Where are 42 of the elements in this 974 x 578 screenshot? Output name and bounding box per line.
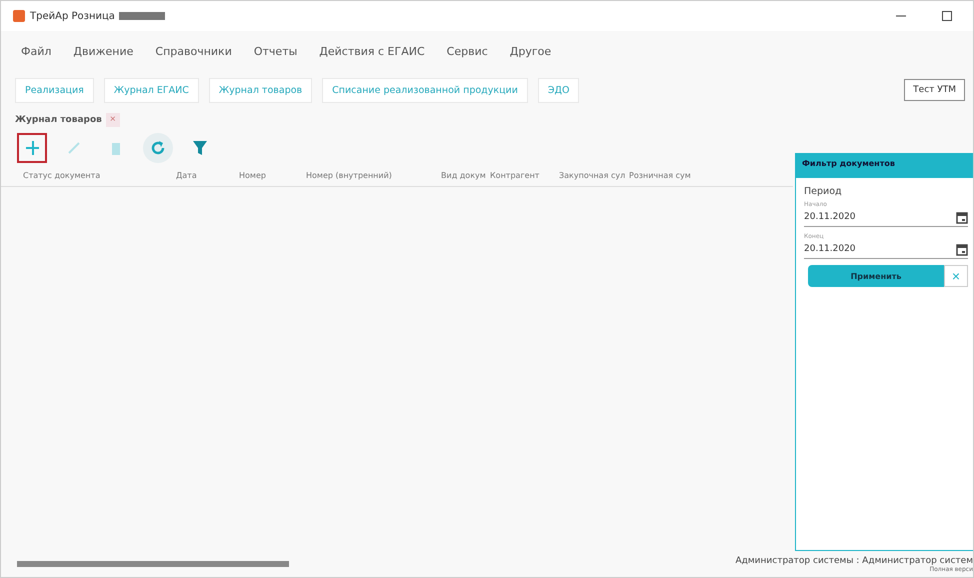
refresh-button[interactable] <box>143 133 173 163</box>
test-utm-button[interactable]: Тест УТМ <box>904 79 965 101</box>
calendar-icon[interactable] <box>956 242 968 256</box>
column-header[interactable]: Дата <box>176 171 239 180</box>
document-tab[interactable]: Журнал товаров <box>15 115 102 125</box>
scrollbar-thumb[interactable] <box>17 561 289 567</box>
column-header[interactable]: Статус документа <box>23 171 176 180</box>
plus-icon <box>25 140 39 156</box>
menu-item[interactable]: Действия с ЕГАИС <box>319 45 425 71</box>
menu-item[interactable]: Движение <box>73 45 134 71</box>
clear-button[interactable]: × <box>944 265 968 287</box>
column-header[interactable]: Закупочная сул <box>559 171 629 180</box>
period-label: Период <box>804 186 843 197</box>
column-header[interactable]: Розничная сум <box>629 171 691 180</box>
menu-item[interactable]: Файл <box>21 45 52 71</box>
maximize-icon <box>942 11 952 21</box>
redacted-block <box>118 12 165 20</box>
user-status-text: Администратор системы : Администратор систем <box>736 556 973 566</box>
menu-item[interactable]: Справочники <box>155 45 232 71</box>
apply-button[interactable]: Применить <box>808 265 944 287</box>
filter-icon <box>193 140 207 156</box>
filter-panel-title: Фильтр документов <box>796 154 973 178</box>
nav-tab[interactable]: Журнал товаров <box>208 78 312 102</box>
column-header[interactable]: Контрагент <box>490 171 559 180</box>
column-header[interactable]: Номер (внутренний) <box>306 171 441 180</box>
nav-tab[interactable]: ЭДО <box>538 78 580 102</box>
add-button[interactable] <box>17 133 47 163</box>
nav-tab[interactable]: Списание реализованной продукции <box>322 78 528 102</box>
menu-item[interactable]: Отчеты <box>254 45 298 71</box>
nav-tab[interactable]: Реализация <box>15 78 94 102</box>
column-header[interactable]: Номер <box>239 171 306 180</box>
window-title: ТрейАр Розница <box>30 10 115 22</box>
column-header[interactable]: Вид докум <box>441 171 490 180</box>
calendar-icon[interactable] <box>956 210 968 224</box>
date-field[interactable]: 20.11.2020 <box>804 208 968 227</box>
close-tab-button[interactable]: × <box>106 113 120 127</box>
menu-item[interactable]: Другое <box>510 45 552 71</box>
date-field[interactable]: 20.11.2020 <box>804 240 968 259</box>
menu-item[interactable]: Сервис <box>446 45 488 71</box>
nav-tab[interactable]: Журнал ЕГАИС <box>104 78 199 102</box>
app-logo-icon <box>13 10 25 22</box>
refresh-icon <box>150 140 166 156</box>
